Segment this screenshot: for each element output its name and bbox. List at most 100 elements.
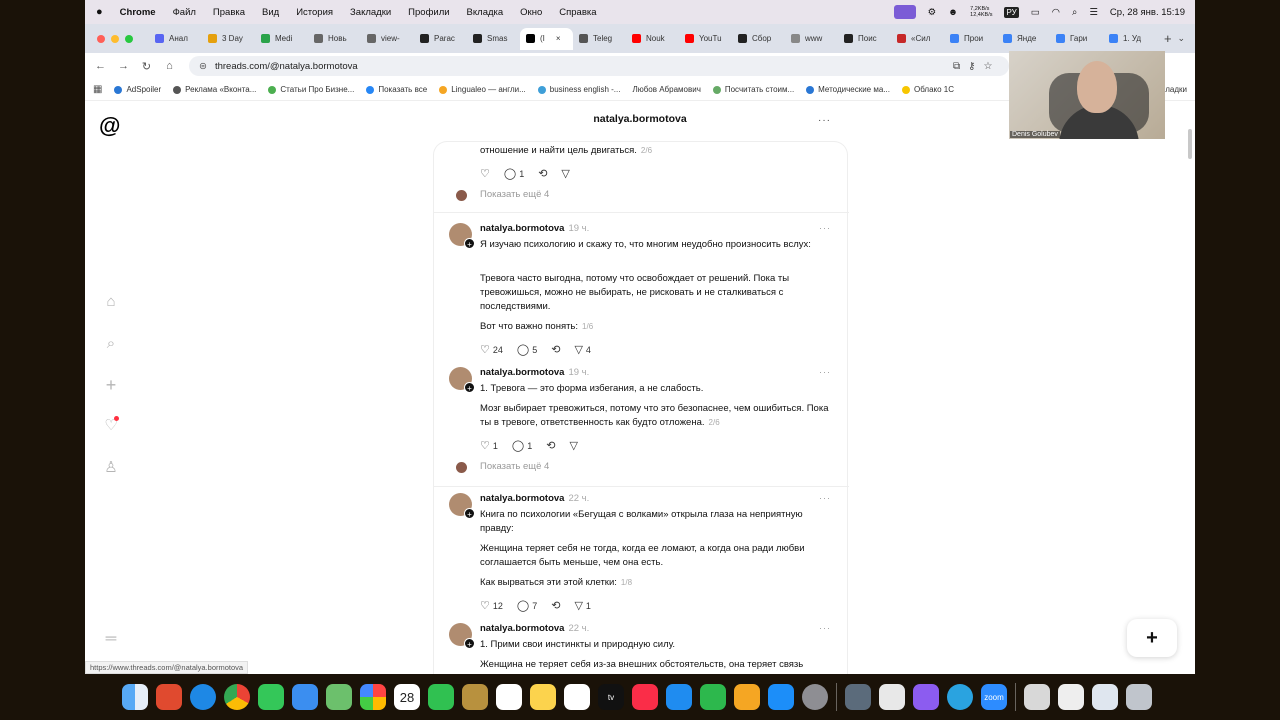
messages-icon[interactable] [258,684,284,710]
browser-tab[interactable]: «Сил [891,28,944,50]
reload-icon[interactable]: ↻ [135,60,158,73]
repost-button[interactable]: ⟲ [551,343,560,356]
menu-nav-icon[interactable]: ═ [103,631,119,647]
browser-tab[interactable]: www [785,28,838,50]
launchpad-icon[interactable] [156,684,182,710]
like-button[interactable]: ♡ 24 [480,343,503,356]
bookmark-methodical[interactable]: Методические ма... [806,85,890,94]
close-window-button[interactable] [97,34,105,43]
like-button[interactable]: ♡ [480,167,490,180]
repost-button[interactable]: ⟲ [546,439,555,452]
trash-icon[interactable] [1126,684,1152,710]
bookmark-star-icon[interactable]: ☆ [983,61,992,72]
new-post-button[interactable]: + [1127,619,1177,657]
mail-icon[interactable] [292,684,318,710]
follow-plus-icon[interactable]: + [464,638,475,649]
preview-icon[interactable] [845,684,871,710]
like-button[interactable]: ♡ 12 [480,599,503,612]
bookmark-abramovich[interactable]: Любов Абрамович [632,85,700,94]
back-icon[interactable]: ← [89,60,112,72]
search-nav-icon[interactable]: ⌕ [103,336,119,352]
bookmark-business-articles[interactable]: Статьи Про Бизне... [268,85,354,94]
avatar[interactable]: + [449,493,475,519]
settings-icon[interactable] [802,684,828,710]
menu-tab[interactable]: Вкладка [467,7,504,18]
control-center-icon[interactable]: ☰ [1089,7,1098,18]
browser-tab[interactable]: view- [361,28,414,50]
notes-icon[interactable] [530,684,556,710]
browser-tab[interactable]: Smas [467,28,520,50]
reply-button[interactable]: ◯ 5 [517,343,537,356]
bookmark-adspoiler[interactable]: AdSpoiler [114,85,161,94]
like-button[interactable]: ♡ 1 [480,439,498,452]
bookmark-show-all[interactable]: Показать все [366,85,427,94]
browser-tab[interactable]: Прои [944,28,997,50]
appstore-icon[interactable] [768,684,794,710]
browser-tab[interactable]: Medi [255,28,308,50]
avatar[interactable]: + [449,367,475,393]
browser-tab[interactable]: Анал [149,28,202,50]
facetime-icon[interactable] [428,684,454,710]
books-icon[interactable] [879,684,905,710]
follow-plus-icon[interactable]: + [464,382,475,393]
browser-tab[interactable]: YouTu [679,28,732,50]
downloads-folder-icon[interactable] [1024,684,1050,710]
screen-record-icon[interactable] [893,5,916,19]
repost-button[interactable]: ⟲ [551,599,560,612]
post-more-icon[interactable]: ··· [819,493,831,503]
reply-button[interactable]: ◯ 1 [504,167,524,180]
zoom-icon[interactable]: zoom [981,684,1007,710]
battery-icon[interactable]: ▭ [1031,7,1040,18]
minimize-window-button[interactable] [111,34,119,43]
browser-tab[interactable]: Янде [997,28,1050,50]
post-author[interactable]: natalya.bormotova 19 ч. [480,367,589,378]
cast-icon[interactable]: ⧉ [953,61,960,72]
menu-window[interactable]: Окно [520,7,542,18]
freeform-icon[interactable] [564,684,590,710]
show-more-link[interactable]: Показать ещё 4 [480,189,549,200]
numbers-icon[interactable] [700,684,726,710]
search-spotlight-icon[interactable]: ⌕ [1072,7,1077,18]
browser-tab[interactable]: Поис [838,28,891,50]
reply-button[interactable]: ◯ 7 [517,599,537,612]
post-author[interactable]: natalya.bormotova 19 ч. [480,223,589,234]
bookmark-business-english[interactable]: business english -... [537,85,620,94]
telegram-icon[interactable] [947,684,973,710]
safari-icon[interactable] [190,684,216,710]
browser-tab[interactable]: Гари [1050,28,1103,50]
scrollbar[interactable] [1188,129,1192,159]
tab-search-chevron-icon[interactable]: ⌄ [1177,33,1185,44]
screenshot-folder-icon[interactable] [1092,684,1118,710]
share-button[interactable]: ▽ 1 [574,599,590,612]
photos-icon[interactable] [360,684,386,710]
avatar[interactable]: + [449,623,475,649]
menu-chrome[interactable]: Chrome [120,7,156,18]
finder-icon[interactable] [122,684,148,710]
share-button[interactable]: ▽ 4 [574,343,590,356]
profile-more-icon[interactable]: ··· [818,115,831,126]
menu-view[interactable]: Вид [262,7,279,18]
post-more-icon[interactable]: ··· [819,223,831,233]
apps-grid-icon[interactable]: ▦ [93,84,102,95]
bookmark-vk-ads[interactable]: Реклама «Вконта... [173,85,256,94]
cat-app-icon[interactable] [913,684,939,710]
repost-button[interactable]: ⟲ [538,167,547,180]
browser-tab[interactable]: Новь [308,28,361,50]
show-more-link[interactable]: Показать ещё 4 [480,461,549,472]
notes-app-icon[interactable] [462,684,488,710]
keynote-icon[interactable] [666,684,692,710]
menu-edit[interactable]: Правка [213,7,245,18]
address-field[interactable]: ⊜ threads.com/@natalya.bormotova [189,56,1009,76]
home-icon[interactable]: ⌂ [158,60,181,72]
follow-plus-icon[interactable]: + [464,238,475,249]
post-author[interactable]: natalya.bormotova 22 ч. [480,493,589,504]
bookmark-cloud-1c[interactable]: Облако 1С [901,85,954,94]
menu-history[interactable]: История [296,7,333,18]
site-info-icon[interactable]: ⊜ [199,61,207,72]
create-nav-icon[interactable]: + [103,376,119,394]
activity-heart-icon[interactable]: ♡ [103,416,119,434]
bookmark-calculate[interactable]: Посчитать стоим... [712,85,794,94]
pages-icon[interactable] [734,684,760,710]
gear-status-icon[interactable]: ⚙ [928,7,937,18]
reminders-icon[interactable] [496,684,522,710]
